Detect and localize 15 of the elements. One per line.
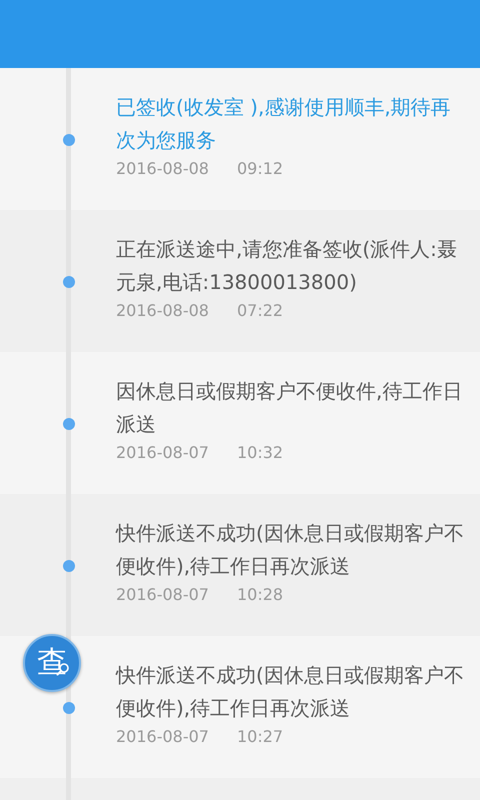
event-time: 10:27 — [236, 726, 284, 748]
status-text: 正在派送途中,请您准备签收(派件人:聂元泉,电话:13800013800) — [116, 236, 458, 296]
status-text: 快件派送不成功(因休息日或假期客户不便收件),待工作日再次派送 — [116, 520, 465, 580]
event-time: 07:22 — [236, 300, 284, 322]
event-date: 2016-08-07 — [116, 726, 209, 748]
status-text: 已签收(收发室 ),感谢使用顺丰,期待再次为您服务 — [116, 94, 452, 154]
status-text: 因休息日或假期客户不便收件,待工作日派送 — [116, 378, 464, 438]
event-time: 10:32 — [236, 442, 284, 464]
status-text: 快件派送不成功(因休息日或假期客户不便收件),待工作日再次派送 — [116, 662, 465, 722]
event-date: 2016-08-07 — [116, 584, 209, 606]
event-time: 10:28 — [236, 584, 284, 606]
event-date: 2016-08-08 — [116, 158, 209, 180]
event-date: 2016-08-07 — [116, 442, 209, 464]
event-date: 2016-08-08 — [116, 300, 209, 322]
event-time: 09:12 — [236, 158, 284, 180]
